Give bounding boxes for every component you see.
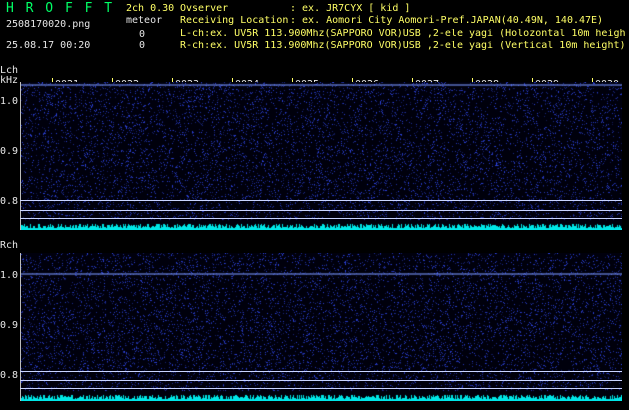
rch-ytick-0-9: 0.9: [0, 320, 19, 331]
lch-ytick-1-0: 1.0: [0, 96, 19, 107]
lch-marker-line-3: [20, 218, 622, 219]
lch-unit-label: kHz: [0, 75, 19, 86]
filename: 2508170020.png: [6, 19, 91, 30]
meteor-label: meteor: [126, 15, 163, 26]
rch-marker-line-3: [20, 388, 622, 389]
rch-marker-line-2: [20, 380, 622, 381]
rch-label: Rch: [0, 240, 19, 251]
lch-y-axis: [20, 82, 21, 230]
observer-label: Ovserver: [180, 3, 229, 14]
lch-marker-line-2: [20, 210, 622, 211]
rch-ytick-0-8: 0.8: [0, 370, 19, 381]
observer-value: : ex. JR7CYX [ kid ]: [290, 3, 411, 14]
meteor-count-lch: 0: [139, 29, 146, 40]
rch-spectrogram: [20, 253, 622, 401]
rch-ytick-1-0: 1.0: [0, 270, 19, 281]
lch-info: L-ch:ex. UV5R 113.900Mhz(SAPPORO VOR)USB…: [180, 29, 625, 39]
meteor-count-rch: 0: [139, 40, 146, 51]
lch-spectrogram-canvas: [20, 82, 622, 230]
lch-ytick-0-8: 0.8: [0, 196, 19, 207]
lch-marker-line-1: [20, 200, 622, 201]
app-title: H R O F F T: [6, 1, 115, 16]
location-value: : ex. Aomori City Aomori-Pref.JAPAN(40.4…: [290, 15, 604, 26]
rch-marker-line-1: [20, 371, 622, 372]
channel-info: 2ch 0.30: [126, 3, 175, 14]
lch-spectrogram: [20, 82, 622, 230]
rch-info: R-ch:ex. UV5R 113.900Mhz(SAPPORO VOR)USB…: [180, 41, 625, 51]
datetime: 25.08.17 00:20: [6, 40, 91, 51]
lch-ytick-0-9: 0.9: [0, 146, 19, 157]
location-label: Receiving Location: [180, 15, 289, 26]
rch-spectrogram-canvas: [20, 253, 622, 401]
rch-y-axis: [20, 253, 21, 401]
